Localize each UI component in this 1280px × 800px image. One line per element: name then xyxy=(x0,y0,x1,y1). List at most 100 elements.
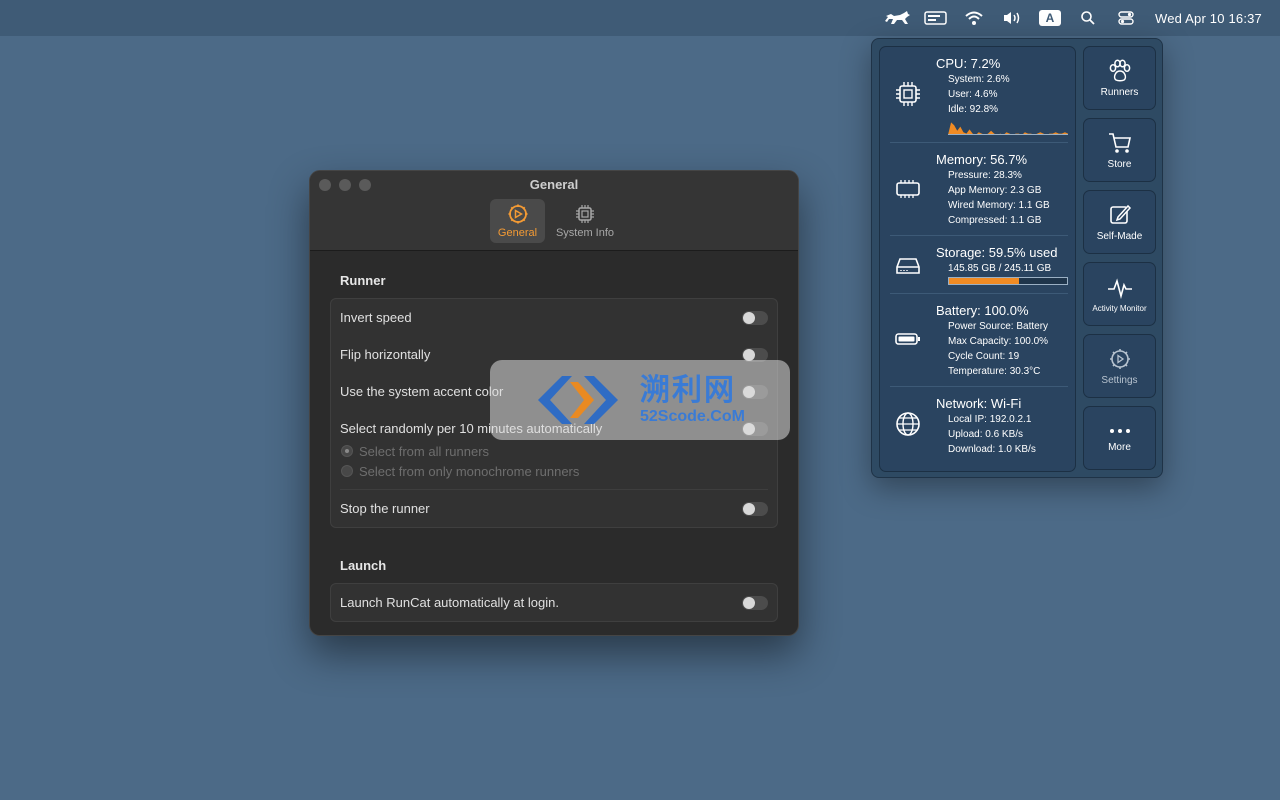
storage-progress-fill xyxy=(949,278,1020,284)
cpu-icon xyxy=(896,82,920,106)
self-made-button-label: Self-Made xyxy=(1096,230,1143,242)
memory-usage: Memory: 56.7% xyxy=(936,152,1028,167)
stats-separator xyxy=(890,293,1068,294)
stop-runner-label: Stop the runner xyxy=(340,501,430,516)
memory-stats: Memory: 56.7% Pressure: 28.3% App Memory… xyxy=(936,152,1070,228)
radio-all-runners[interactable] xyxy=(341,445,353,457)
launch-at-login-label: Launch RunCat automatically at login. xyxy=(340,595,559,610)
stats-separator xyxy=(890,386,1068,387)
launch-at-login-toggle[interactable] xyxy=(742,595,768,610)
globe-icon xyxy=(896,412,920,436)
store-button[interactable]: Store xyxy=(1083,118,1156,182)
network-stats: Network: Wi-Fi Local IP: 192.0.2.1 Uploa… xyxy=(936,396,1070,457)
launch-section-title: Launch xyxy=(340,558,387,573)
memory-icon xyxy=(896,180,920,198)
battery-cycle-count: Cycle Count: 19 xyxy=(948,351,1020,362)
radio-all-runners-label: Select from all runners xyxy=(359,443,490,459)
radio-all-runners-row[interactable]: Select from all runners xyxy=(331,441,777,461)
input-source-icon[interactable]: A xyxy=(1031,0,1069,36)
stop-runner-toggle[interactable] xyxy=(742,501,768,516)
cart-icon xyxy=(1108,132,1131,153)
battery-card-icon[interactable] xyxy=(917,0,955,36)
menu-bar-clock[interactable]: Wed Apr 10 16:37 xyxy=(1155,0,1262,36)
activity-monitor-button[interactable]: Activity Monitor xyxy=(1083,262,1156,326)
invert-speed-row: Invert speed xyxy=(331,299,777,336)
volume-icon[interactable] xyxy=(993,0,1031,36)
search-icon[interactable] xyxy=(1069,0,1107,36)
runcat-popover: CPU: 7.2% System: 2.6% User: 4.6% Idle: … xyxy=(871,38,1163,478)
invert-speed-toggle[interactable] xyxy=(742,310,768,325)
accent-color-label: Use the system accent color xyxy=(340,384,504,399)
network-download: Download: 1.0 KB/s xyxy=(948,444,1036,455)
memory-app: App Memory: 2.3 GB xyxy=(948,185,1042,196)
radio-mono-runners[interactable] xyxy=(341,465,353,477)
battery-stats: Battery: 100.0% Power Source: Battery Ma… xyxy=(936,303,1070,379)
battery-max-capacity: Max Capacity: 100.0% xyxy=(948,336,1049,347)
runner-section-title: Runner xyxy=(340,273,386,288)
stop-runner-row: Stop the runner xyxy=(331,490,777,527)
storage-detail: 145.85 GB / 245.11 GB xyxy=(948,263,1052,274)
runcat-icon[interactable] xyxy=(879,0,917,36)
wifi-icon[interactable] xyxy=(955,0,993,36)
runners-button[interactable]: Runners xyxy=(1083,46,1156,110)
invert-speed-label: Invert speed xyxy=(340,310,412,325)
watermark-chinese: 溯利网 xyxy=(640,373,736,407)
watermark-logo-icon xyxy=(538,376,618,424)
battery-temperature: Temperature: 30.3°C xyxy=(948,366,1041,377)
stats-separator xyxy=(890,235,1068,236)
settings-button[interactable]: Settings xyxy=(1083,334,1156,398)
tab-system-info[interactable]: System Info xyxy=(549,199,621,243)
network-local-ip: Local IP: 192.0.2.1 xyxy=(948,414,1032,425)
cpu-stats: CPU: 7.2% System: 2.6% User: 4.6% Idle: … xyxy=(936,56,1070,117)
self-made-button[interactable]: Self-Made xyxy=(1083,190,1156,254)
gear-icon xyxy=(1109,348,1130,369)
more-button-label: More xyxy=(1108,441,1131,453)
storage-stats: Storage: 59.5% used 145.85 GB / 245.11 G… xyxy=(936,245,1070,276)
edit-icon xyxy=(1109,204,1131,224)
radio-mono-runners-row[interactable]: Select from only monochrome runners xyxy=(331,461,777,481)
control-center-icon[interactable] xyxy=(1107,0,1145,36)
gear-icon xyxy=(508,204,527,224)
cpu-history-graph xyxy=(948,122,1068,135)
window-title: General xyxy=(529,177,579,192)
cpu-usage: CPU: 7.2% xyxy=(936,56,1001,71)
battery-icon xyxy=(895,333,920,345)
storage-progress-bar xyxy=(948,277,1068,285)
runners-button-label: Runners xyxy=(1100,86,1139,98)
system-stats-panel: CPU: 7.2% System: 2.6% User: 4.6% Idle: … xyxy=(879,46,1076,472)
chip-icon xyxy=(576,205,594,223)
memory-wired: Wired Memory: 1.1 GB xyxy=(948,200,1050,211)
flip-horizontally-label: Flip horizontally xyxy=(340,347,431,362)
cpu-system: System: 2.6% xyxy=(948,74,1010,85)
memory-compressed: Compressed: 1.1 GB xyxy=(948,215,1042,226)
launch-settings-group: Launch RunCat automatically at login. xyxy=(330,583,778,622)
tab-general-label: General xyxy=(497,227,538,239)
watermark-url: 52Scode.CoM xyxy=(640,407,745,425)
menu-bar: A Wed Apr 10 16:37 xyxy=(0,0,1280,36)
storage-usage: Storage: 59.5% used xyxy=(936,245,1058,260)
stats-separator xyxy=(890,142,1068,143)
ellipsis-icon xyxy=(1109,428,1130,433)
store-button-label: Store xyxy=(1107,158,1132,170)
cpu-user: User: 4.6% xyxy=(948,89,998,100)
network-type: Network: Wi-Fi xyxy=(936,396,1022,411)
cpu-history-area xyxy=(948,122,1068,135)
paw-icon xyxy=(1109,58,1130,81)
tab-system-info-label: System Info xyxy=(555,227,615,239)
pulse-icon xyxy=(1107,277,1132,299)
memory-pressure: Pressure: 28.3% xyxy=(948,170,1022,181)
toolbar-tabs: General System Info xyxy=(490,199,621,243)
window-titlebar: General General System Info xyxy=(310,171,798,251)
network-upload: Upload: 0.6 KB/s xyxy=(948,429,1024,440)
settings-button-label: Settings xyxy=(1101,374,1138,386)
cpu-idle: Idle: 92.8% xyxy=(948,104,999,115)
watermark-overlay: 溯利网 52Scode.CoM xyxy=(490,360,790,440)
input-source-label: A xyxy=(1038,10,1061,26)
more-button[interactable]: More xyxy=(1083,406,1156,470)
activity-monitor-button-label: Activity Monitor xyxy=(1092,303,1147,313)
battery-level: Battery: 100.0% xyxy=(936,303,1029,318)
battery-source: Power Source: Battery xyxy=(948,321,1049,332)
launch-at-login-row: Launch RunCat automatically at login. xyxy=(331,584,777,621)
watermark-text: 溯利网 52Scode.CoM xyxy=(640,373,745,425)
tab-general[interactable]: General xyxy=(490,199,545,243)
